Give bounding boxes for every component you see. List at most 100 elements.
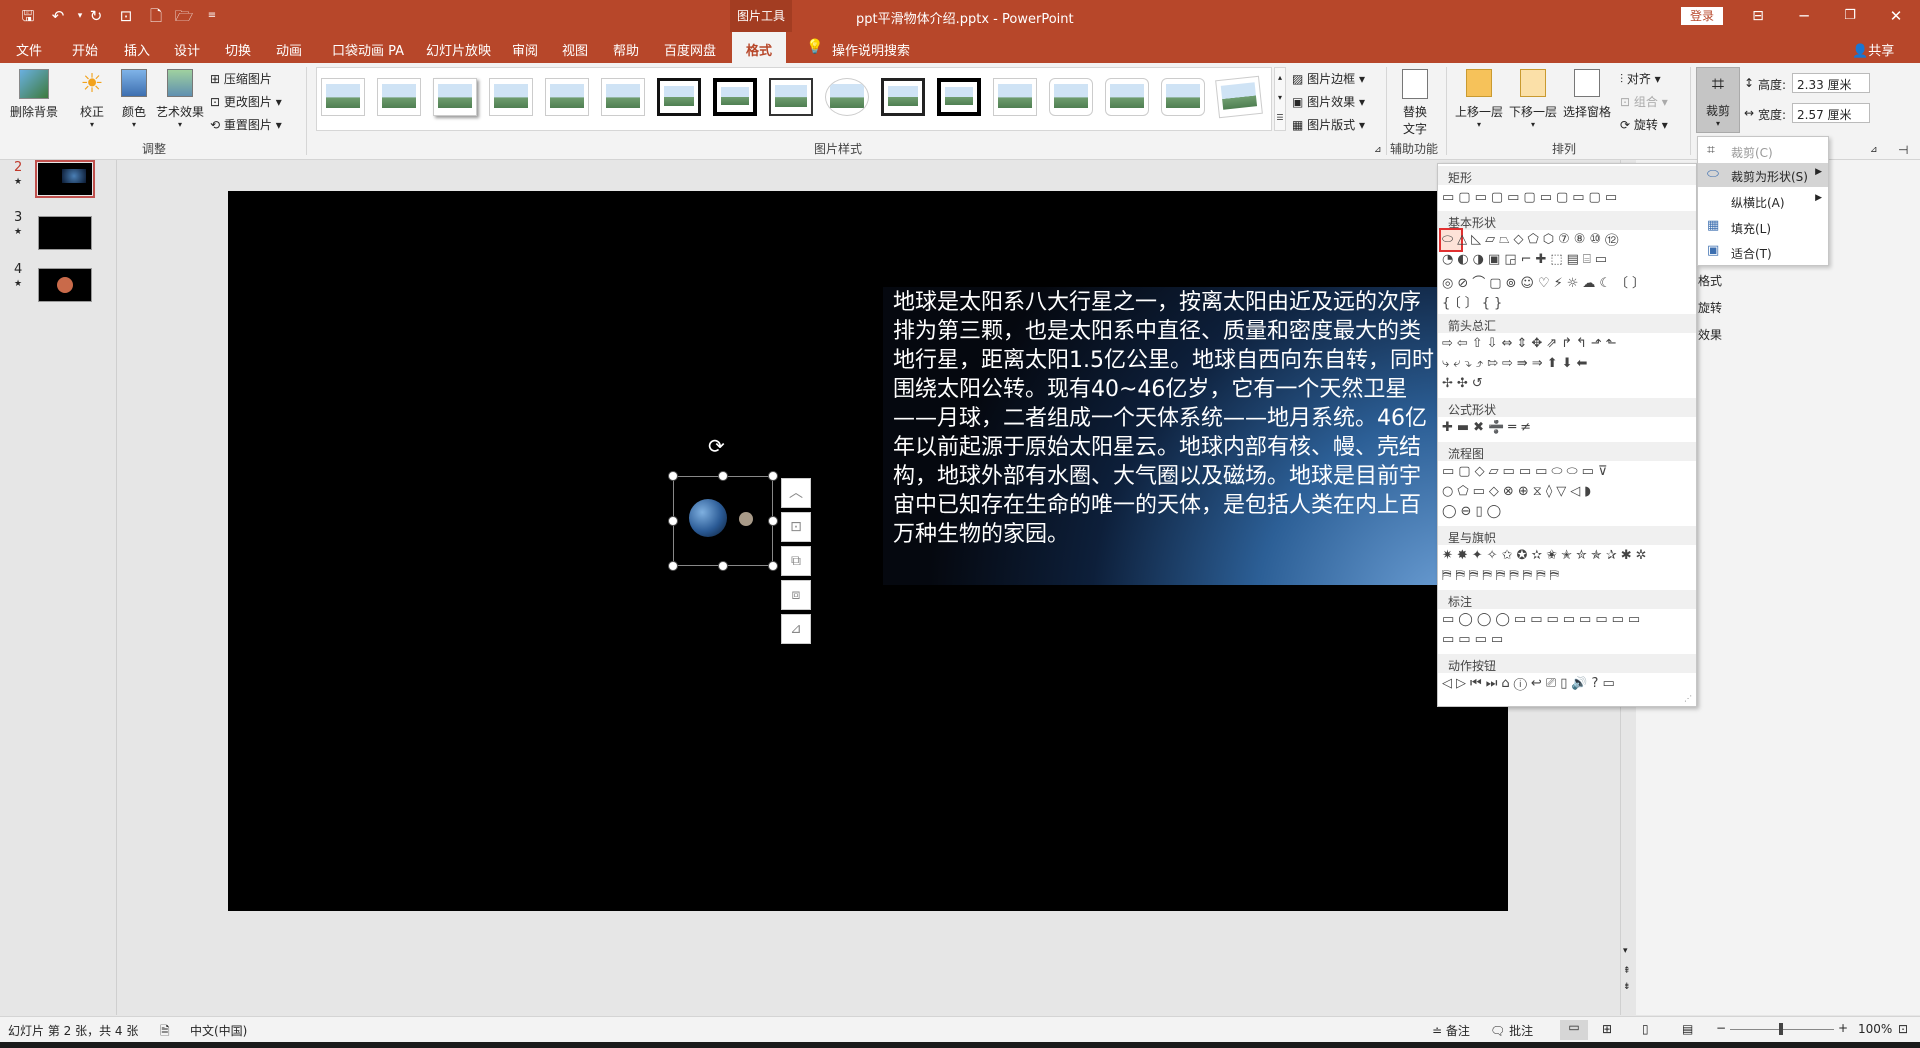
tab-help[interactable]: 帮助 xyxy=(613,40,639,59)
reading-view-icon[interactable]: ▯ xyxy=(1642,1022,1649,1036)
resize-handle[interactable] xyxy=(668,516,678,526)
resize-grip-icon[interactable]: ⋰ xyxy=(1684,694,1692,703)
minimize-icon[interactable]: ─ xyxy=(1794,6,1814,26)
picture-style-15[interactable] xyxy=(1105,78,1149,116)
spell-check-icon[interactable]: 🗎 xyxy=(160,1022,170,1043)
artistic-effects-button[interactable]: 艺术效果 ▾ xyxy=(154,69,206,129)
comments-button[interactable]: 🗨 批注 xyxy=(1490,1022,1533,1039)
change-picture-button[interactable]: ⊡ 更改图片 ▾ xyxy=(210,93,282,110)
zoom-level[interactable]: 100% xyxy=(1858,1022,1892,1036)
share-button[interactable]: 👤共享 xyxy=(1852,40,1894,59)
tab-slideshow[interactable]: 幻灯片放映 xyxy=(426,40,491,59)
corrections-button[interactable]: ☀ 校正 ▾ xyxy=(74,69,110,129)
previous-slide-icon[interactable]: ⇞ xyxy=(1623,966,1631,976)
zoom-slider-thumb[interactable] xyxy=(1779,1023,1783,1035)
scroll-down-icon[interactable]: ▾ xyxy=(1623,946,1628,956)
tab-format[interactable]: 格式 xyxy=(732,32,787,63)
shape-row-flow-2[interactable]: ○⬠▭◇⊗⊕⧖◊▽◁◗ xyxy=(1442,484,1694,499)
picture-border-button[interactable]: ▨ 图片边框 ▾ xyxy=(1292,70,1365,87)
arrange-icon[interactable]: ⧈ xyxy=(781,580,811,610)
customize-qat-icon[interactable]: ≡ xyxy=(202,6,222,26)
picture-style-4[interactable] xyxy=(489,78,533,116)
redo-icon[interactable]: ↻ xyxy=(86,6,106,26)
crop-menu[interactable]: ⌗ 裁剪(C) ⬭ 裁剪为形状(S) ▶ 纵横比(A) ▶ ▦ 填充(L) ▣ … xyxy=(1697,136,1829,266)
shape-row-stars-2[interactable]: ⛿⛿⛿⛿⛿⛿⛿⛿⛿ xyxy=(1442,568,1694,583)
resize-handle[interactable] xyxy=(718,561,728,571)
resize-handle[interactable] xyxy=(768,561,778,571)
shape-row-arrows-3[interactable]: ✢✣↺ xyxy=(1442,376,1694,391)
slide-thumbnail-4[interactable] xyxy=(38,268,92,302)
tab-baidu-netdisk[interactable]: 百度网盘 xyxy=(664,40,716,59)
tell-me-search[interactable]: 操作说明搜索 xyxy=(832,40,910,59)
picture-style-1[interactable] xyxy=(321,78,365,116)
tab-transitions[interactable]: 切换 xyxy=(225,40,251,59)
shape-row-callouts-2[interactable]: ▭▭▭▭ xyxy=(1442,632,1694,647)
selected-picture[interactable] xyxy=(673,476,773,566)
picture-style-11[interactable] xyxy=(881,78,925,116)
dialog-launcher-icon[interactable]: ⊿ xyxy=(1374,145,1382,155)
slide-canvas[interactable]: 地球是太阳系八大行星之一，按离太阳由近及远的次序排为第三颗，也是太阳系中直径、质… xyxy=(228,191,1508,911)
tab-design[interactable]: 设计 xyxy=(174,40,200,59)
selection-pane-button[interactable]: 选择窗格 xyxy=(1560,69,1614,120)
tab-review[interactable]: 审阅 xyxy=(512,40,538,59)
shape-row-action[interactable]: ◁▷⏮⏭⌂ⓘ↩⎚▯🔊?▭ xyxy=(1442,676,1694,691)
tab-animations[interactable]: 动画 xyxy=(276,40,302,59)
shape-row-flow-1[interactable]: ▭▢◇▱▭▭▭⬭⬭▭⊽ xyxy=(1442,464,1694,479)
picture-style-9[interactable] xyxy=(769,78,813,116)
fit-to-window-icon[interactable]: ⊡ xyxy=(1898,1022,1908,1036)
shape-row-flow-3[interactable]: ◯⊖▯◯ xyxy=(1442,504,1694,519)
color-button[interactable]: 颜色 ▾ xyxy=(116,69,152,129)
group-button[interactable]: ⊡ 组合 ▾ xyxy=(1620,93,1668,110)
bring-forward-button[interactable]: 上移一层 ▾ xyxy=(1452,69,1506,129)
width-input[interactable]: 2.57 厘米 xyxy=(1792,103,1870,123)
resize-handle[interactable] xyxy=(668,471,678,481)
picture-style-5[interactable] xyxy=(545,78,589,116)
shape-row-basic-1[interactable]: ⬭△◺▱⏢◇⬠⬡⑦⑧⑩⑫ xyxy=(1442,232,1694,247)
login-button[interactable]: 登录 xyxy=(1681,7,1723,25)
shape-row-arrows-2[interactable]: ⤷⤶⤵⤴⇰⇨⇛⇒⬆⬇⬅ xyxy=(1442,356,1694,371)
open-folder-icon[interactable]: 🗁 xyxy=(174,6,194,26)
zoom-in-button[interactable]: + xyxy=(1838,1021,1848,1035)
collapse-ribbon-icon[interactable]: ⊣ xyxy=(1898,143,1908,157)
picture-style-7[interactable] xyxy=(657,78,701,116)
layout-options-icon[interactable]: ⊡ xyxy=(781,512,811,542)
picture-layout-button[interactable]: ▦ 图片版式 ▾ xyxy=(1292,116,1365,133)
menu-item-fit[interactable]: ▣ 适合(T) xyxy=(1698,240,1828,264)
send-backward-button[interactable]: 下移一层 ▾ xyxy=(1506,69,1560,129)
resize-handle[interactable] xyxy=(718,471,728,481)
notes-button[interactable]: ≐ 备注 xyxy=(1432,1022,1470,1039)
shape-row-equation[interactable]: ✚▬✖➗═≠ xyxy=(1442,420,1694,435)
height-input[interactable]: 2.33 厘米 xyxy=(1792,73,1870,93)
language-status[interactable]: 中文(中国) xyxy=(190,1022,247,1039)
picture-style-14[interactable] xyxy=(1049,78,1093,116)
tab-pocket-animation[interactable]: 口袋动画 PA xyxy=(332,40,404,59)
tab-insert[interactable]: 插入 xyxy=(124,40,150,59)
slide-text-box[interactable]: 地球是太阳系八大行星之一，按离太阳由近及远的次序排为第三颗，也是太阳系中直径、质… xyxy=(893,288,1438,549)
new-file-icon[interactable]: 🗋 xyxy=(146,6,166,26)
save-icon[interactable]: 🖫 xyxy=(18,6,38,26)
slide-thumbnail-3[interactable] xyxy=(38,216,92,250)
restore-icon[interactable]: ❐ xyxy=(1840,6,1860,26)
picture-style-10[interactable] xyxy=(825,78,869,116)
menu-item-fill[interactable]: ▦ 填充(L) xyxy=(1698,215,1828,239)
compress-pictures-button[interactable]: ⊞ 压缩图片 xyxy=(210,70,272,87)
picture-style-3[interactable] xyxy=(433,78,477,116)
normal-view-icon[interactable]: ▭ xyxy=(1560,1020,1588,1040)
tab-view[interactable]: 视图 xyxy=(562,40,588,59)
undo-icon[interactable]: ↶ xyxy=(48,6,68,26)
picture-styles-gallery[interactable] xyxy=(316,67,1272,131)
tab-home[interactable]: 开始 xyxy=(72,40,98,59)
shape-row-rectangles[interactable]: ▭▢▭▢▭▢▭▢▭▢▭ xyxy=(1442,190,1694,205)
style-icon[interactable]: ⧉ xyxy=(781,546,811,576)
tab-file[interactable]: 文件 xyxy=(16,40,42,59)
slideshow-icon[interactable]: ▤ xyxy=(1682,1022,1693,1036)
picture-style-6[interactable] xyxy=(601,78,645,116)
picture-style-12[interactable] xyxy=(937,78,981,116)
alt-text-button[interactable]: 替换 文字 xyxy=(1398,69,1432,137)
shape-row-callouts-1[interactable]: ▭◯◯◯▭▭▭▭▭▭▭▭ xyxy=(1442,612,1694,627)
shape-row-basic-2[interactable]: ◔◐◑▣◲⌐✚⬚▤⌸▭ xyxy=(1442,252,1694,267)
remove-background-button[interactable]: 删除背景 xyxy=(8,69,60,120)
crop-button[interactable]: ⌗ 裁剪 ▾ xyxy=(1696,67,1740,133)
shape-row-stars-1[interactable]: ✷✸✦✧✩✪✫✬✭✮✯✰✱✲ xyxy=(1442,548,1694,563)
resize-handle[interactable] xyxy=(668,561,678,571)
